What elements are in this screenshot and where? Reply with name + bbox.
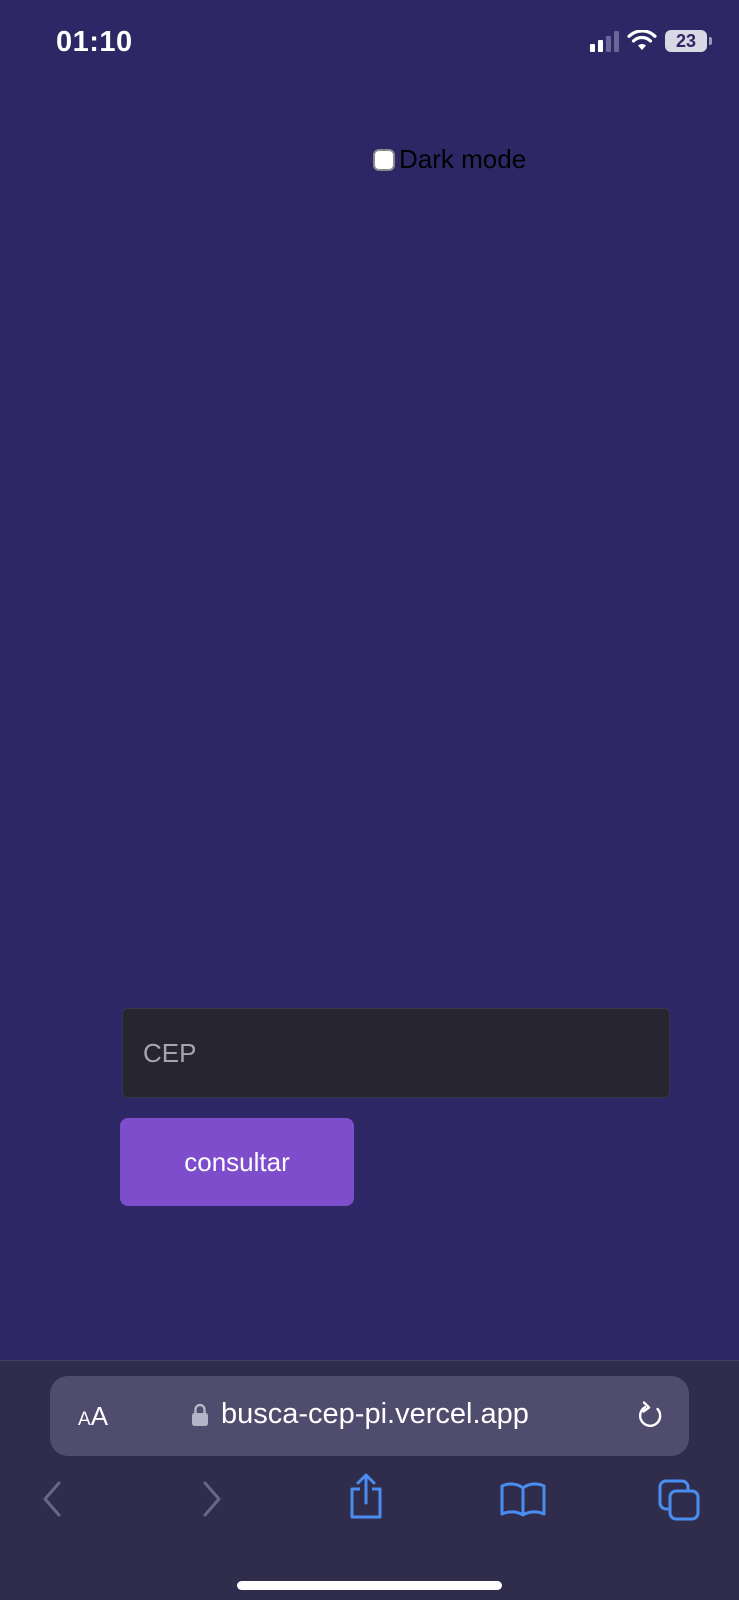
home-indicator bbox=[237, 1581, 502, 1590]
dark-mode-toggle[interactable]: Dark mode bbox=[373, 144, 526, 175]
wifi-icon bbox=[627, 30, 657, 50]
back-icon[interactable] bbox=[40, 1479, 64, 1519]
reload-icon[interactable] bbox=[635, 1400, 665, 1432]
battery-icon: 23 bbox=[665, 30, 712, 52]
url-text: busca-cep-pi.vercel.app bbox=[221, 1398, 529, 1430]
text-size-button[interactable]: AA bbox=[78, 1402, 108, 1434]
dark-mode-checkbox[interactable] bbox=[373, 148, 395, 171]
url-display[interactable]: busca-cep-pi.vercel.app bbox=[191, 1398, 529, 1431]
text-size-small-label: A bbox=[78, 1409, 91, 1430]
lock-icon bbox=[192, 1403, 208, 1426]
dark-mode-label: Dark mode bbox=[399, 144, 527, 174]
address-bar[interactable]: AA busca-cep-pi.vercel.app bbox=[50, 1376, 689, 1456]
navigation-row bbox=[0, 1473, 739, 1539]
text-size-large-label: A bbox=[90, 1401, 109, 1431]
cellular-signal-icon bbox=[590, 30, 619, 52]
screen: 01:10 23 Dark mode consultar AA bbox=[0, 0, 739, 1600]
forward-icon[interactable] bbox=[200, 1479, 224, 1519]
browser-toolbar: AA busca-cep-pi.vercel.app bbox=[0, 1360, 739, 1600]
battery-level: 23 bbox=[675, 30, 697, 51]
bookmarks-icon[interactable] bbox=[500, 1481, 546, 1517]
cep-input[interactable] bbox=[122, 1008, 670, 1098]
share-icon[interactable] bbox=[348, 1473, 384, 1521]
consultar-button[interactable]: consultar bbox=[120, 1118, 354, 1206]
status-time: 01:10 bbox=[56, 26, 133, 58]
status-icons: 23 bbox=[590, 30, 712, 52]
tabs-icon[interactable] bbox=[658, 1479, 700, 1521]
